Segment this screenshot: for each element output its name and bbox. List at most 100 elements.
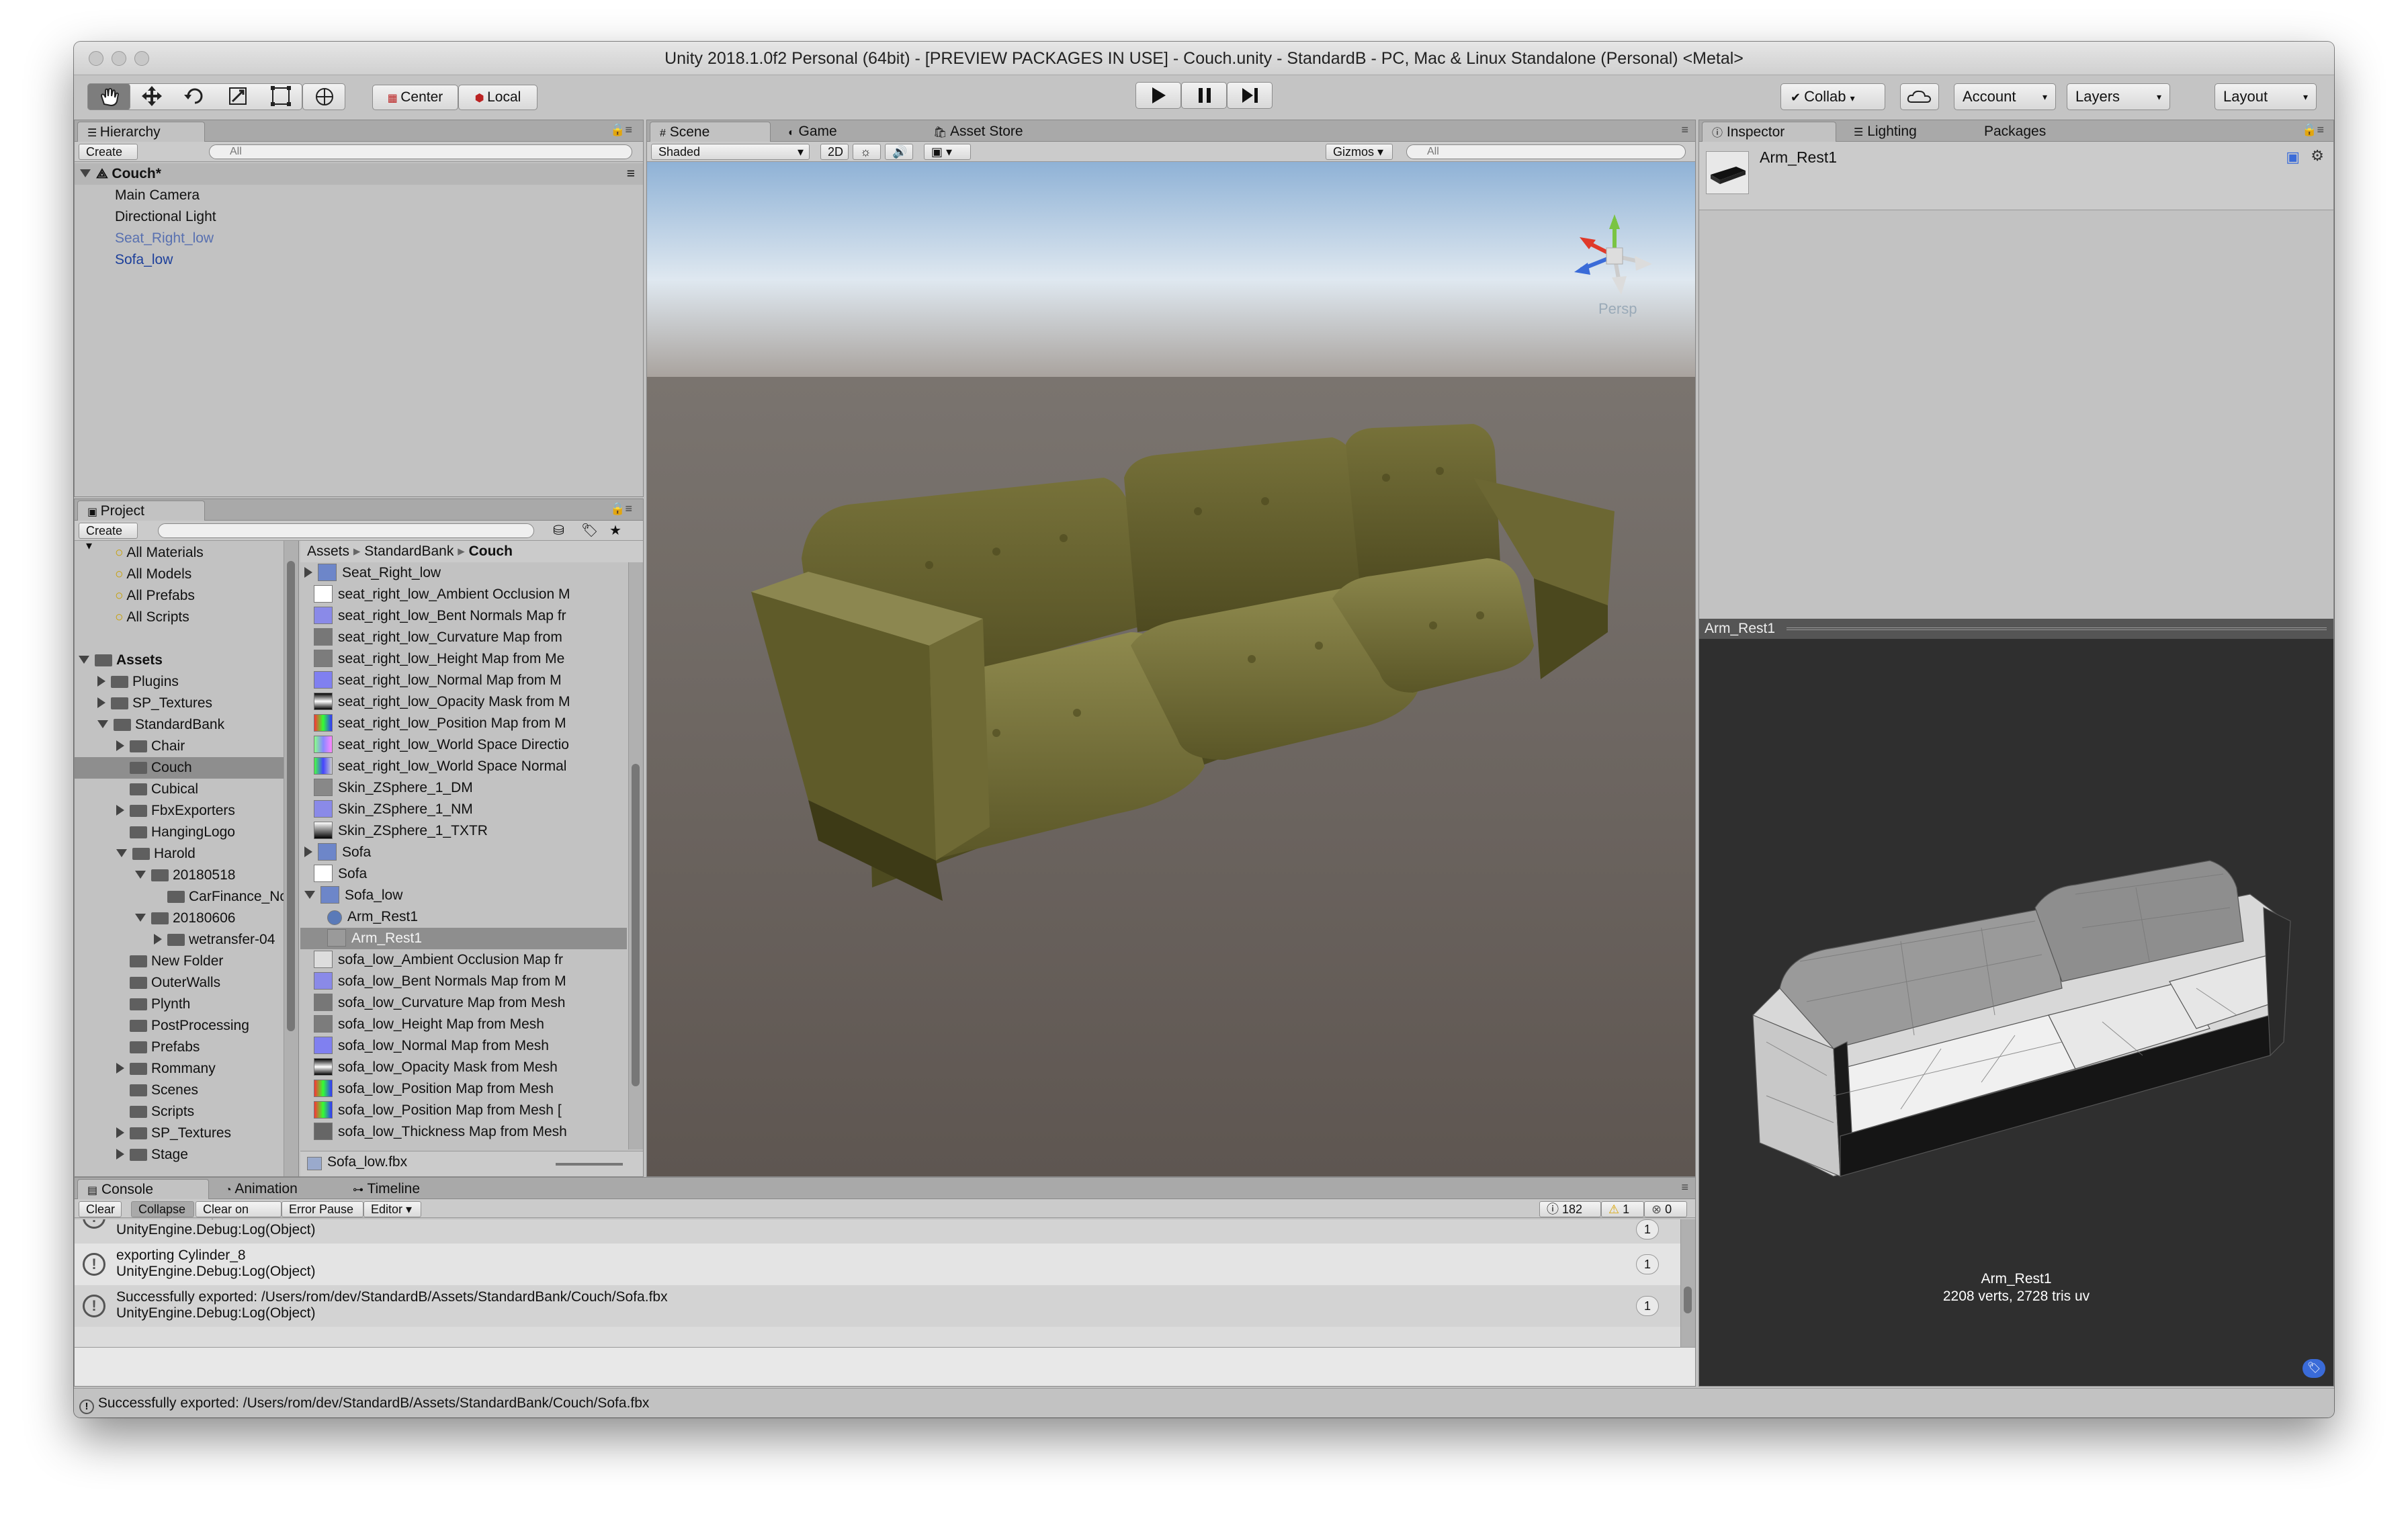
audio-toggle[interactable]: 🔊	[885, 144, 913, 160]
status-bar[interactable]: ! Successfully exported: /Users/rom/dev/…	[74, 1388, 2334, 1418]
help-book-icon[interactable]: ▣	[2286, 148, 2300, 166]
pivot-local-button[interactable]: ⬢ Local	[458, 85, 538, 110]
play-button[interactable]	[1135, 82, 1181, 109]
file-item[interactable]: Arm_Rest1	[300, 906, 627, 928]
scene-root-row[interactable]: ⟁ Couch* ≡	[75, 163, 643, 185]
hierarchy-item[interactable]: Main Camera	[75, 185, 643, 206]
tab-asset-store[interactable]: 🛍 Asset Store	[924, 122, 1085, 142]
scene-search-input[interactable]: All	[1406, 144, 1686, 159]
collapse-toggle[interactable]: Collapse	[131, 1201, 194, 1217]
tree-folder[interactable]: Scenes	[75, 1080, 298, 1101]
cloud-button[interactable]	[1900, 83, 1939, 110]
tree-folder[interactable]: 20180518	[75, 865, 298, 886]
tab-hierarchy[interactable]: ☰ Hierarchy	[77, 122, 205, 142]
filter-label-icon[interactable]: 🏷	[581, 522, 598, 539]
log-entry[interactable]: ! Successfully exported: /Users/rom/dev/…	[75, 1285, 1682, 1327]
asset-label-icon[interactable]: 🏷	[2303, 1359, 2325, 1378]
scale-tool-button[interactable]	[216, 83, 259, 110]
console-scrollbar[interactable]	[1680, 1219, 1695, 1347]
file-item[interactable]: Sofa	[300, 842, 627, 863]
file-item[interactable]: Sofa	[300, 863, 627, 885]
effects-dropdown[interactable]: ▣ ▾	[924, 144, 971, 160]
tree-folder-selected[interactable]: Couch	[75, 757, 298, 779]
tree-folder[interactable]: 20180606	[75, 908, 298, 929]
project-search-input[interactable]	[158, 523, 534, 538]
tree-folder[interactable]: Assets	[75, 650, 298, 671]
layers-dropdown[interactable]: Layers ▾	[2067, 83, 2170, 110]
thumbnail-size-slider[interactable]	[556, 1163, 623, 1166]
tree-folder[interactable]: Rommany	[75, 1058, 298, 1080]
tree-folder[interactable]: Cubical	[75, 779, 298, 800]
breadcrumb-item[interactable]: Couch	[469, 543, 513, 559]
tree-folder[interactable]: StandardBank	[75, 714, 298, 736]
shading-mode-dropdown[interactable]: Shaded ▾	[651, 144, 810, 160]
tree-folder[interactable]: Prefabs	[75, 1037, 298, 1058]
tree-folder[interactable]: SP_Textures	[75, 1123, 298, 1144]
file-item[interactable]: Arm_Rest1	[300, 928, 627, 949]
rotate-tool-button[interactable]	[173, 83, 216, 110]
tree-folder[interactable]: SP_Textures	[75, 693, 298, 714]
file-item[interactable]: seat_right_low_Opacity Mask from M	[300, 691, 627, 713]
tab-console[interactable]: ▤ Console	[77, 1179, 209, 1199]
transform-all-tool-button[interactable]	[302, 83, 345, 110]
file-item[interactable]: sofa_low_Height Map from Mesh	[300, 1014, 627, 1035]
tree-folder[interactable]: Scripts	[75, 1101, 298, 1123]
warning-count-toggle[interactable]: ⚠ 1	[1601, 1201, 1644, 1217]
tab-game[interactable]: ◐ Game	[779, 122, 900, 142]
tree-folder[interactable]: Chair	[75, 736, 298, 757]
tree-folder[interactable]: PostProcessing	[75, 1015, 298, 1037]
rect-tool-button[interactable]	[259, 83, 302, 110]
favorite-item[interactable]: ○ All Models	[75, 564, 298, 585]
tree-folder[interactable]: wetransfer-04	[75, 929, 298, 951]
tree-folder[interactable]: FbxExporters	[75, 800, 298, 822]
log-entry[interactable]: ! UnityEngine.Debug:Log(Object) 1	[75, 1219, 1682, 1244]
expand-arrow-icon[interactable]	[304, 567, 312, 578]
file-item[interactable]: sofa_low_Normal Map from Mesh	[300, 1035, 627, 1057]
tab-inspector[interactable]: ⓘ Inspector	[1702, 122, 1836, 142]
favorite-item[interactable]: ○ All Prefabs	[75, 585, 298, 607]
hierarchy-item[interactable]: Directional Light	[75, 206, 643, 228]
scene-viewport[interactable]: Persp	[647, 162, 1695, 1176]
error-count-toggle[interactable]: ⊗ 0	[1644, 1201, 1687, 1217]
file-item[interactable]: seat_right_low_World Space Directio	[300, 734, 627, 756]
panel-menu-icon[interactable]: 🔒≡	[610, 123, 632, 137]
pivot-center-button[interactable]: ▦ Center	[372, 85, 458, 110]
file-item[interactable]: sofa_low_Opacity Mask from Mesh	[300, 1057, 627, 1078]
close-window-button[interactable]	[89, 51, 103, 66]
tree-folder[interactable]: CarFinance_Nc	[75, 886, 298, 908]
move-tool-button[interactable]	[130, 83, 173, 110]
file-item[interactable]: Sofa_low	[300, 885, 627, 906]
project-create-button[interactable]: Create ▾	[79, 523, 138, 552]
persp-label[interactable]: Persp	[1598, 300, 1637, 317]
panel-menu-icon[interactable]: ≡	[1681, 1180, 1688, 1194]
layout-dropdown[interactable]: Layout ▾	[2214, 83, 2317, 110]
tab-lighting[interactable]: ☰ Lighting	[1844, 122, 1972, 142]
tree-folder[interactable]: HangingLogo	[75, 822, 298, 843]
tab-animation[interactable]: ◔ Animation	[216, 1179, 350, 1199]
log-entry[interactable]: ! exporting Cylinder_8 UnityEngine.Debug:…	[75, 1244, 1682, 1285]
editor-dropdown[interactable]: Editor ▾	[363, 1201, 421, 1217]
file-item[interactable]: seat_right_low_World Space Normal	[300, 756, 627, 777]
tree-folder[interactable]: Plynth	[75, 994, 298, 1015]
filter-type-icon[interactable]: ⛁	[553, 522, 564, 539]
tree-folder[interactable]: OuterWalls	[75, 972, 298, 994]
panel-menu-icon[interactable]: 🔒≡	[2302, 123, 2324, 137]
file-item[interactable]: sofa_low_Bent Normals Map from M	[300, 971, 627, 992]
tree-scrollbar[interactable]	[284, 541, 298, 1176]
minimize-window-button[interactable]	[112, 51, 126, 66]
file-list-scrollbar[interactable]	[628, 562, 643, 1149]
collapse-arrow-icon[interactable]	[304, 891, 315, 899]
tab-scene[interactable]: # Scene	[650, 122, 771, 142]
tree-folder[interactable]: Stage	[75, 1144, 298, 1166]
hierarchy-search-input[interactable]: All	[209, 144, 632, 159]
tab-packages[interactable]: Packages	[1975, 122, 2102, 142]
file-item[interactable]: seat_right_low_Bent Normals Map fr	[300, 605, 627, 627]
clear-on-play-toggle[interactable]: Clear on Play	[196, 1201, 282, 1231]
preview-header[interactable]: Arm_Rest1	[1699, 619, 2333, 639]
file-item[interactable]: seat_right_low_Curvature Map from	[300, 627, 627, 648]
error-pause-toggle[interactable]: Error Pause	[282, 1201, 363, 1217]
file-item[interactable]: seat_right_low_Height Map from Me	[300, 648, 627, 670]
gizmos-dropdown[interactable]: Gizmos ▾	[1326, 144, 1393, 160]
panel-menu-icon[interactable]: ≡	[1681, 123, 1688, 137]
file-item[interactable]: seat_right_low_Ambient Occlusion M	[300, 584, 627, 605]
